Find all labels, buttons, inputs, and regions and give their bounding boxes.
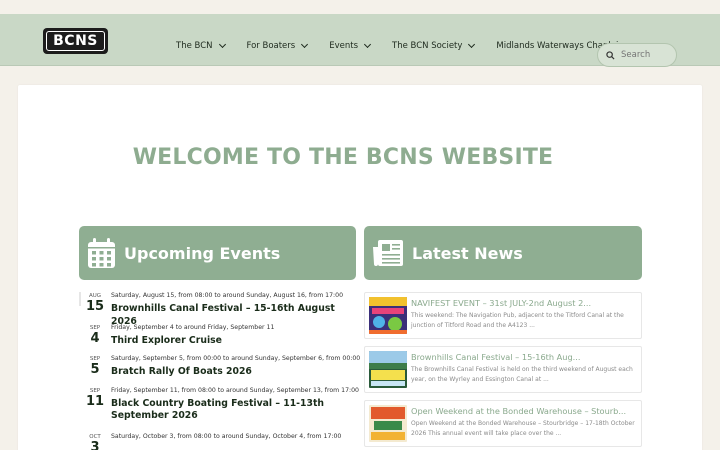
event-day: 5 [90, 362, 100, 377]
event-day: 11 [85, 393, 105, 409]
event-date: SEP 5 [79, 355, 111, 377]
search-input[interactable] [621, 50, 673, 60]
event-date: SEP 11 [79, 387, 111, 409]
event-date: AUG 15 [79, 292, 111, 314]
event-title-link[interactable]: Bratch Rally Of Boats 2026 [111, 366, 355, 379]
bonded-warehouse-poster-image [369, 405, 407, 442]
nav-label: The BCN [176, 41, 213, 51]
event-item[interactable]: SEP 11 Friday, September 11, from 08:00 … [79, 386, 359, 433]
event-when: Saturday, August 15, from 08:00 to aroun… [111, 292, 344, 299]
news-title-link[interactable]: Open Weekend at the Bonded Warehouse – S… [411, 406, 637, 416]
nav-item-events[interactable]: Events [329, 40, 372, 51]
news-excerpt: This weekend: The Navigation Pub, adjace… [411, 312, 624, 329]
nav-item-the-bcn-society[interactable]: The BCN Society [392, 40, 476, 51]
event-item[interactable]: SEP 4 Friday, September 4 to around Frid… [79, 324, 356, 356]
logo-text: BCNS [46, 31, 105, 51]
nav-label: Events [329, 41, 358, 51]
chevron-down-icon [301, 40, 309, 49]
event-day: 4 [90, 330, 100, 346]
events-list: AUG 15 Saturday, August 15, from 08:00 t… [79, 292, 360, 450]
page-title: WELCOME TO THE BCNS WEBSITE [132, 145, 554, 170]
news-card[interactable]: Open Weekend at the Bonded Warehouse – S… [364, 400, 642, 447]
news-title-link[interactable]: NAVIFEST EVENT – 31st JULY-2nd August 2.… [411, 298, 637, 308]
navifest-poster-image [369, 297, 407, 334]
event-when: Friday, September 4 to around Friday, Se… [111, 323, 275, 331]
news-card[interactable]: NAVIFEST EVENT – 31st JULY-2nd August 2.… [364, 292, 642, 339]
event-when: Saturday, October 3, from 08:00 to aroun… [111, 432, 342, 440]
event-day: 15 [85, 299, 105, 314]
news-thumbnail[interactable] [369, 405, 407, 442]
event-when: Friday, September 11, from 08:00 to arou… [111, 386, 359, 394]
search-box[interactable] [597, 43, 677, 67]
bcns-logo[interactable]: BCNS [43, 28, 108, 54]
main-nav: The BCN For Boaters Events The BCN Socie… [176, 40, 655, 51]
latest-news-header: Latest News [364, 226, 642, 280]
news-thumbnail[interactable] [369, 351, 407, 388]
event-day: 3 [90, 439, 100, 450]
event-item[interactable]: OCT 3 Saturday, October 3, from 08:00 to… [79, 433, 356, 450]
nav-label: The BCN Society [392, 41, 463, 51]
chevron-down-icon [468, 40, 476, 49]
chevron-down-icon [363, 40, 372, 49]
top-strip [0, 0, 720, 14]
event-item[interactable]: SEP 5 Saturday, September 5, from 00:00 … [79, 355, 360, 387]
nav-item-the-bcn[interactable]: The BCN [176, 40, 226, 51]
event-title-link[interactable]: Third Explorer Cruise [111, 335, 355, 348]
calendar-icon [88, 238, 115, 268]
nav-item-for-boaters[interactable]: For Boaters [246, 40, 309, 51]
news-title-link[interactable]: Brownhills Canal Festival – 15-16th Aug.… [411, 352, 637, 362]
site-header: BCNS The BCN For Boaters Events The BCN … [0, 14, 720, 67]
news-list: NAVIFEST EVENT – 31st JULY-2nd August 2.… [364, 292, 642, 450]
chevron-down-icon [218, 40, 226, 49]
nav-label: For Boaters [246, 41, 296, 51]
newspaper-icon [373, 240, 403, 266]
event-title-link[interactable]: Black Country Boating Festival – 11-13th… [111, 398, 355, 423]
news-excerpt: The Brownhills Canal Festival is held on… [411, 366, 633, 383]
event-date: SEP 4 [79, 324, 111, 346]
event-item[interactable]: AUG 15 Saturday, August 15, from 08:00 t… [79, 292, 356, 327]
news-card[interactable]: Brownhills Canal Festival – 15-16th Aug.… [364, 346, 642, 393]
event-date: OCT 3 [79, 433, 111, 450]
search-icon [606, 50, 615, 60]
brownhills-festival-poster-image [369, 351, 407, 388]
upcoming-events-header: Upcoming Events [79, 226, 356, 280]
latest-news-title: Latest News [412, 243, 523, 263]
event-when: Saturday, September 5, from 00:00 to aro… [111, 355, 361, 362]
news-thumbnail[interactable] [369, 297, 407, 334]
upcoming-events-title: Upcoming Events [124, 243, 281, 263]
news-excerpt: Open Weekend at the Bonded Warehouse – S… [411, 420, 635, 437]
